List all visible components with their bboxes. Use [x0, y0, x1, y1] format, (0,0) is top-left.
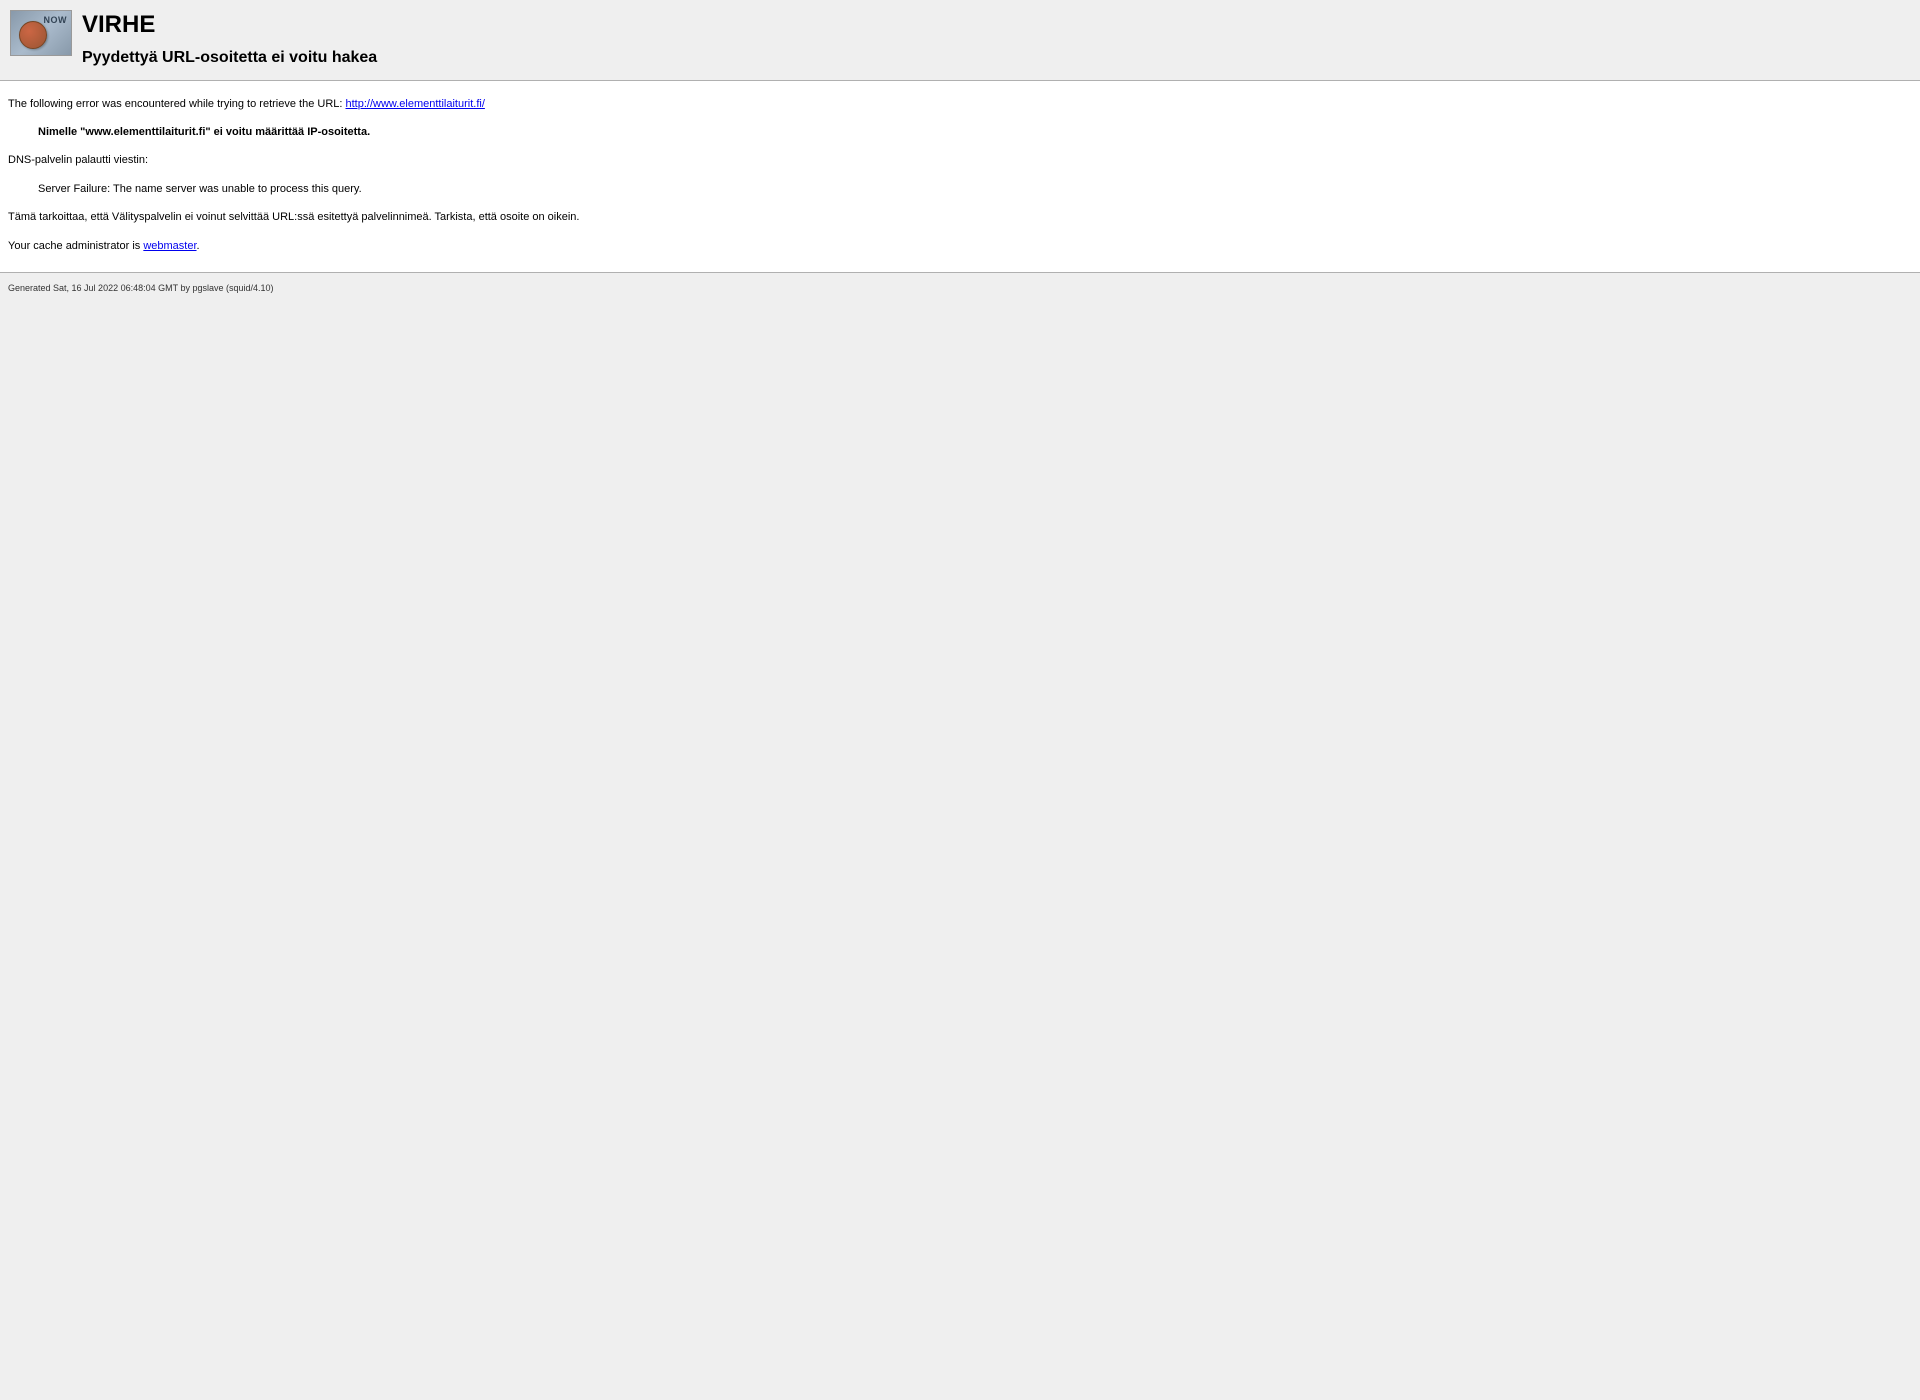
- error-message-bold: Nimelle "www.elementtilaiturit.fi" ei vo…: [38, 125, 1912, 140]
- error-header: VIRHE Pyydettyä URL-osoitetta ei voitu h…: [0, 0, 1920, 80]
- footer: Generated Sat, 16 Jul 2022 06:48:04 GMT …: [0, 273, 1920, 303]
- squid-logo-icon: [10, 10, 72, 56]
- dns-returned-label: DNS-palvelin palautti viestin:: [8, 153, 1912, 168]
- dns-server-message: Server Failure: The name server was unab…: [38, 182, 1912, 197]
- error-content: The following error was encountered whil…: [0, 81, 1920, 272]
- error-subtitle: Pyydettyä URL-osoitetta ei voitu hakea: [82, 48, 377, 67]
- explanation-text: Tämä tarkoittaa, että Välityspalvelin ei…: [8, 210, 1912, 225]
- admin-paragraph: Your cache administrator is webmaster.: [8, 239, 1912, 254]
- intro-paragraph: The following error was encountered whil…: [8, 97, 1912, 112]
- admin-prefix: Your cache administrator is: [8, 240, 143, 252]
- header-text-block: VIRHE Pyydettyä URL-osoitetta ei voitu h…: [82, 10, 377, 68]
- admin-suffix: .: [197, 240, 200, 252]
- intro-text: The following error was encountered whil…: [8, 98, 346, 110]
- generated-timestamp: Generated Sat, 16 Jul 2022 06:48:04 GMT …: [8, 283, 274, 293]
- error-title: VIRHE: [82, 12, 377, 38]
- failed-url-link[interactable]: http://www.elementtilaiturit.fi/: [346, 98, 485, 110]
- webmaster-link[interactable]: webmaster: [143, 240, 196, 252]
